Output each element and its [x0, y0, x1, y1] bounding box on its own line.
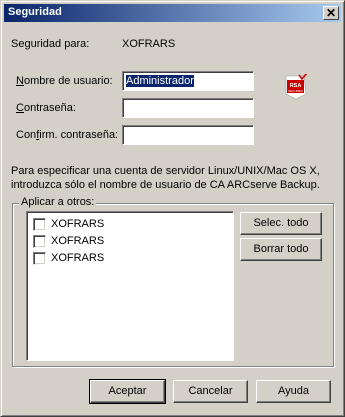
username-value: Administrador: [126, 75, 194, 87]
close-button[interactable]: ✕: [323, 6, 339, 20]
security-dialog: Seguridad ✕ Seguridad para: XOFRARS Nomb…: [0, 0, 345, 417]
list-item-label: XOFRARS: [51, 218, 105, 230]
password-label: Contraseña:: [16, 102, 76, 114]
rsa-badge-subtext: SECURED: [288, 89, 304, 93]
confirm-password-label: Confirm. contraseña:: [16, 129, 119, 141]
list-item-checkbox[interactable]: [33, 217, 46, 231]
info-text-line2: introduzca sólo el nombre de usuario de …: [11, 179, 320, 191]
list-item[interactable]: XOFRARS: [33, 216, 104, 232]
title-bar[interactable]: Seguridad ✕: [4, 4, 341, 22]
server-list[interactable]: XOFRARS XOFRARS XOFRARS: [26, 211, 234, 361]
cancel-button[interactable]: Cancelar: [173, 380, 248, 403]
list-item-checkbox[interactable]: [33, 234, 46, 248]
list-item[interactable]: XOFRARS: [33, 250, 104, 266]
confirm-password-field[interactable]: [122, 125, 254, 145]
close-icon: ✕: [325, 6, 337, 20]
username-label: Nombre de usuario:: [16, 75, 113, 87]
security-for-label: Seguridad para:: [11, 38, 90, 50]
list-item-label: XOFRARS: [51, 235, 105, 247]
username-field[interactable]: Administrador: [122, 71, 254, 91]
apply-to-others-label: Aplicar a otros:: [19, 196, 97, 208]
info-text-line1: Para especificar una cuenta de servidor …: [11, 165, 320, 177]
select-all-button[interactable]: Selec. todo: [240, 212, 322, 235]
password-field[interactable]: [122, 98, 254, 118]
clear-all-button[interactable]: Borrar todo: [240, 238, 322, 261]
security-for-value: XOFRARS: [122, 38, 176, 50]
rsa-secured-icon: RSA SECURED: [285, 74, 308, 100]
ok-button[interactable]: Aceptar: [89, 379, 166, 404]
help-button[interactable]: Ayuda: [256, 380, 331, 403]
window-title: Seguridad: [8, 6, 62, 18]
list-item-label: XOFRARS: [51, 252, 105, 264]
list-item[interactable]: XOFRARS: [33, 233, 104, 249]
list-item-checkbox[interactable]: [33, 251, 46, 265]
